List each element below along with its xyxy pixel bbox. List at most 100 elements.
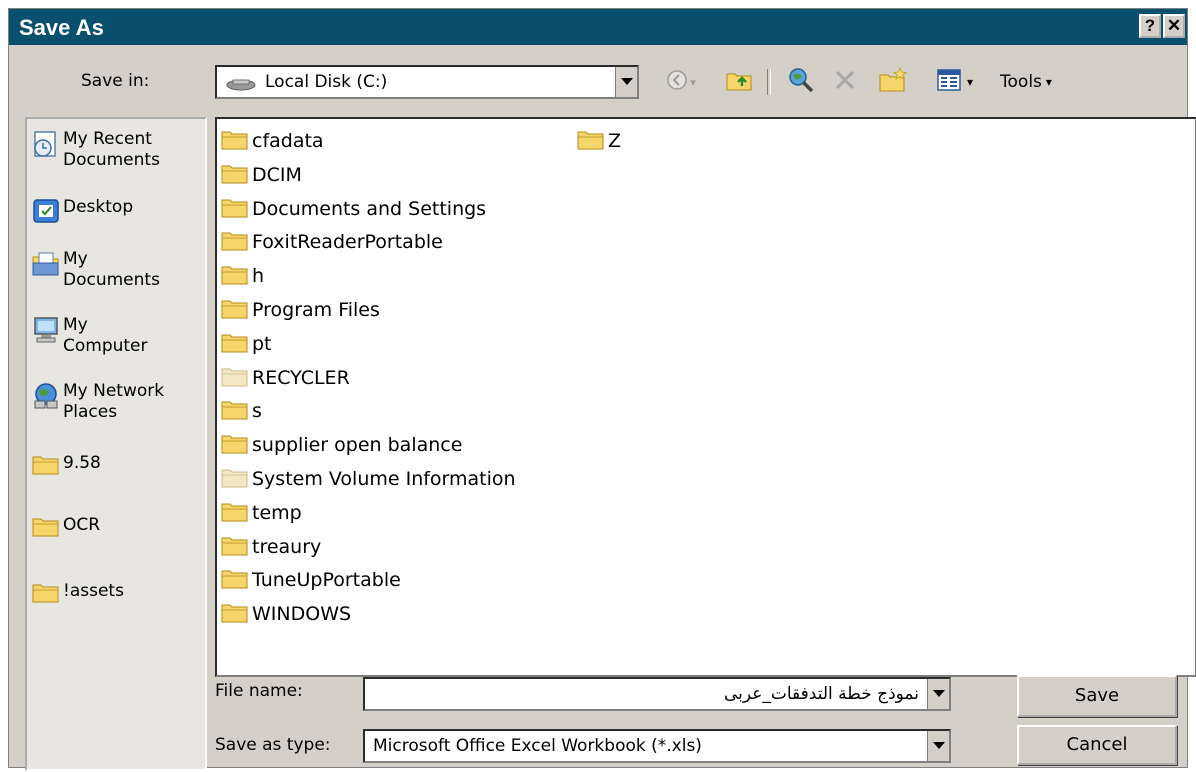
folder-item[interactable]: Program Files — [221, 294, 380, 326]
places-item-ocr[interactable]: OCR — [27, 515, 205, 547]
save-in-label: Save in: — [81, 71, 150, 91]
folder-icon — [221, 162, 249, 188]
folder-item[interactable]: supplier open balance — [221, 429, 462, 461]
save-in-location: Local Disk (C:) — [265, 72, 388, 92]
folder-name: WINDOWS — [252, 603, 352, 626]
my-computer-icon — [29, 315, 63, 347]
folder-item[interactable]: cfadata — [221, 125, 324, 157]
save-as-type-dropdown[interactable]: Microsoft Office Excel Workbook (*.xls) — [363, 729, 951, 763]
folder-icon — [221, 331, 249, 357]
folder-item[interactable]: System Volume Information — [221, 463, 516, 495]
places-item-assets[interactable]: !assets — [27, 581, 205, 613]
search-web-icon — [787, 66, 815, 98]
search-web-button[interactable] — [783, 65, 819, 99]
cancel-button[interactable]: Cancel — [1017, 725, 1177, 765]
close-button[interactable]: ✕ — [1163, 14, 1185, 38]
folder-icon — [221, 128, 249, 154]
new-folder-button[interactable] — [873, 65, 913, 99]
folder-name: h — [252, 265, 265, 288]
tools-label: Tools — [1000, 72, 1042, 92]
local-disk-icon — [225, 76, 257, 95]
new-folder-icon — [878, 66, 908, 97]
places-item-9-58[interactable]: 9.58 — [27, 453, 205, 485]
folder-item[interactable]: pt — [221, 328, 272, 360]
folder-icon — [577, 128, 605, 154]
folder-icon — [221, 398, 249, 424]
folder-icon — [221, 500, 249, 526]
folder-item[interactable]: DCIM — [221, 159, 302, 191]
folder-item[interactable]: WINDOWS — [221, 598, 351, 630]
folder-name: FoxitReaderPortable — [252, 231, 443, 254]
window-title: Save As — [19, 15, 104, 40]
places-item-my-documents[interactable]: My Documents — [27, 249, 205, 291]
folder-name: System Volume Information — [252, 468, 516, 490]
title-bar[interactable]: Save As ? ✕ — [9, 9, 1187, 45]
save-button[interactable]: Save — [1017, 675, 1177, 717]
up-folder-button[interactable] — [721, 65, 757, 99]
save-as-type-label: Save as type: — [215, 735, 331, 755]
folder-name: Z — [608, 130, 622, 152]
desktop-icon — [29, 197, 63, 229]
places-item-label: !assets — [63, 581, 124, 601]
delete-button[interactable] — [827, 65, 863, 99]
folder-icon — [29, 581, 63, 613]
folder-name: treaury — [252, 535, 322, 558]
file-name-label: File name: — [215, 681, 303, 701]
places-item-label: 9.58 — [63, 453, 101, 473]
folder-item[interactable]: temp — [221, 497, 302, 529]
save-in-dropdown[interactable]: Local Disk (C:) — [215, 65, 639, 99]
folder-icon — [221, 466, 249, 492]
views-button[interactable]: ▾ — [923, 65, 987, 99]
toolbar-separator — [767, 69, 771, 95]
places-item-label: OCR — [63, 515, 101, 535]
save-as-dialog: Save As ? ✕ Save in: Local Disk (C:) ▾ ▾… — [8, 8, 1196, 771]
folder-name: temp — [252, 501, 302, 524]
places-item-label: My Documents — [63, 249, 160, 290]
file-name-value: نموذج خطة التدفقات_عربى — [723, 684, 919, 704]
places-item-desktop[interactable]: Desktop — [27, 197, 205, 229]
folder-item[interactable]: Z — [577, 125, 621, 157]
folder-item[interactable]: h — [221, 260, 264, 292]
back-button[interactable]: ▾ — [661, 65, 701, 99]
recent-documents-icon — [29, 129, 63, 161]
places-item-my-recent-documents[interactable]: My Recent Documents — [27, 129, 205, 171]
places-item-my-network-places[interactable]: My Network Places — [27, 381, 205, 423]
folder-name: TuneUpPortable — [252, 569, 401, 592]
folder-item[interactable]: FoxitReaderPortable — [221, 226, 443, 258]
help-button[interactable]: ? — [1139, 14, 1161, 38]
folder-icon — [221, 432, 249, 458]
folder-icon — [29, 515, 63, 547]
folder-item[interactable]: Documents and Settings — [221, 193, 486, 225]
chevron-down-icon[interactable] — [927, 731, 949, 761]
folder-name: s — [252, 400, 262, 423]
folder-icon — [29, 453, 63, 485]
folder-item[interactable]: TuneUpPortable — [221, 564, 401, 596]
folder-item[interactable]: RECYCLER — [221, 362, 350, 394]
chevron-down-icon[interactable] — [615, 67, 637, 97]
my-documents-icon — [29, 249, 63, 281]
save-as-type-value: Microsoft Office Excel Workbook (*.xls) — [373, 736, 702, 756]
places-bar: My Recent Documents Desktop My Documents My… — [25, 117, 207, 771]
folder-item[interactable]: treaury — [221, 531, 321, 563]
folder-icon — [221, 263, 249, 289]
folder-name: RECYCLER — [252, 366, 350, 389]
folder-icon — [221, 229, 249, 255]
file-list[interactable]: cfadata DCIM Documents and Settings FoxitRe… — [215, 117, 1196, 677]
places-item-label: My Computer — [63, 315, 148, 356]
back-icon — [666, 69, 688, 95]
folder-icon — [221, 534, 249, 560]
tools-menu[interactable]: Tools ▾ — [989, 65, 1063, 99]
folder-icon — [221, 196, 249, 222]
places-item-my-computer[interactable]: My Computer — [27, 315, 205, 357]
chevron-down-icon[interactable] — [927, 679, 949, 709]
folder-icon — [221, 601, 249, 627]
delete-icon — [833, 68, 857, 96]
folder-icon — [221, 567, 249, 593]
folder-name: supplier open balance — [252, 434, 463, 457]
up-folder-icon — [725, 68, 753, 96]
folder-name: cfadata — [252, 130, 324, 152]
places-item-label: My Recent Documents — [63, 129, 160, 170]
folder-item[interactable]: s — [221, 395, 262, 427]
folder-name: Program Files — [252, 299, 380, 321]
file-name-field[interactable]: نموذج خطة التدفقات_عربى — [363, 677, 951, 711]
